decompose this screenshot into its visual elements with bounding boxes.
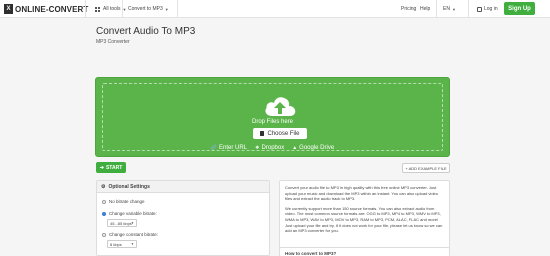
start-arrow-icon: ➔ bbox=[99, 164, 104, 171]
header-divider bbox=[177, 0, 178, 18]
optional-settings-panel: ⚙ Optional Settings No bitrate change Ch… bbox=[96, 180, 270, 256]
language-label: EN bbox=[443, 6, 450, 12]
logo-text: ONLINE-CONVERT bbox=[15, 4, 89, 14]
google-drive-link[interactable]: ▲ Google Drive bbox=[292, 145, 334, 151]
header-divider bbox=[436, 0, 437, 18]
dropbox-icon: ❖ bbox=[255, 145, 260, 151]
convert-to-label: Convert to MP3 bbox=[128, 6, 163, 12]
google-drive-label: Google Drive bbox=[299, 145, 335, 151]
no-bitrate-option[interactable]: No bitrate change bbox=[102, 199, 145, 204]
radio-button[interactable] bbox=[102, 199, 106, 204]
enter-url-link[interactable]: 🔗 Enter URL bbox=[211, 145, 247, 151]
start-button[interactable]: ➔ START bbox=[96, 162, 126, 173]
grid-icon bbox=[95, 6, 100, 12]
settings-header: ⚙ Optional Settings bbox=[97, 181, 269, 193]
file-icon bbox=[260, 131, 265, 136]
variable-bitrate-label: Change variable bitrate: bbox=[109, 211, 157, 216]
variable-bitrate-select[interactable]: 45...85 kbps ▼ bbox=[107, 219, 137, 227]
page-title: Convert Audio To MP3 bbox=[96, 26, 196, 37]
help-link[interactable]: Help bbox=[420, 5, 430, 13]
add-example-file-button[interactable]: + ADD EXAMPLE FILE bbox=[402, 163, 450, 173]
chevron-down-icon: ▼ bbox=[131, 221, 134, 225]
signup-button[interactable]: Sign Up bbox=[504, 2, 535, 15]
constant-bitrate-label: Change constant bitrate: bbox=[109, 232, 159, 237]
chevron-down-icon: ▼ bbox=[164, 6, 169, 12]
info-panel: Convert your audio file to MP3 in high q… bbox=[279, 180, 450, 256]
login-label: Log in bbox=[484, 6, 498, 12]
language-selector[interactable]: EN ▼ bbox=[443, 5, 456, 13]
upload-dropzone[interactable]: Drop Files here Choose File 🔗 Enter URL … bbox=[95, 77, 450, 157]
all-tools-label: All tools bbox=[103, 6, 121, 12]
gear-icon: ⚙ bbox=[101, 183, 106, 190]
enter-url-label: Enter URL bbox=[219, 145, 248, 151]
info-paragraph: Convert your audio file to MP3 in high q… bbox=[285, 185, 438, 202]
choose-file-button[interactable]: Choose File bbox=[253, 128, 307, 139]
header-divider bbox=[85, 0, 86, 18]
dropzone-border: Drop Files here Choose File 🔗 Enter URL … bbox=[102, 83, 443, 151]
radio-button-selected[interactable] bbox=[102, 211, 106, 216]
header-divider bbox=[122, 0, 123, 18]
logo[interactable]: X ONLINE-CONVERT bbox=[4, 3, 88, 15]
login-icon bbox=[477, 6, 482, 12]
dropbox-label: Dropbox bbox=[261, 145, 285, 151]
convert-to-menu[interactable]: Convert to MP3 ▼ bbox=[128, 5, 169, 13]
help-label: Help bbox=[420, 6, 431, 12]
top-navigation-bar: X ONLINE-CONVERT All tools ▼ Convert to … bbox=[0, 0, 550, 18]
header-divider bbox=[468, 0, 469, 18]
start-label: START bbox=[105, 164, 123, 171]
chevron-down-icon: ▼ bbox=[131, 242, 134, 246]
upload-sources: 🔗 Enter URL ❖ Dropbox ▲ Google Drive bbox=[103, 145, 442, 151]
constant-bitrate-option[interactable]: Change constant bitrate: bbox=[102, 232, 158, 237]
how-to-convert-section[interactable]: How to convert to MP3? bbox=[279, 247, 450, 256]
pricing-label: Pricing bbox=[401, 6, 417, 12]
dropbox-link[interactable]: ❖ Dropbox bbox=[255, 145, 284, 151]
chevron-down-icon: ▼ bbox=[122, 6, 127, 12]
page-subtitle: MP3 Converter bbox=[96, 39, 130, 45]
info-paragraph: We currently support more than 150 sourc… bbox=[285, 205, 443, 234]
chevron-down-icon: ▼ bbox=[451, 6, 456, 12]
constant-bitrate-select[interactable]: 8 kbps ▼ bbox=[107, 240, 137, 248]
choose-file-label: Choose File bbox=[267, 130, 300, 137]
settings-heading: Optional Settings bbox=[108, 183, 150, 190]
google-drive-icon: ▲ bbox=[292, 145, 298, 151]
pricing-link[interactable]: Pricing bbox=[401, 5, 416, 13]
drop-files-text: Drop Files here bbox=[251, 119, 293, 125]
no-bitrate-label: No bitrate change bbox=[109, 199, 145, 204]
login-link[interactable]: Log in bbox=[477, 5, 498, 13]
cloud-upload-icon bbox=[265, 97, 296, 116]
radio-button[interactable] bbox=[102, 232, 106, 237]
link-icon: 🔗 bbox=[210, 145, 218, 151]
constant-bitrate-value: 8 kbps bbox=[110, 241, 122, 247]
variable-bitrate-value: 45...85 kbps bbox=[110, 220, 132, 226]
logo-icon: X bbox=[4, 4, 13, 14]
variable-bitrate-option[interactable]: Change variable bitrate: bbox=[102, 211, 157, 216]
